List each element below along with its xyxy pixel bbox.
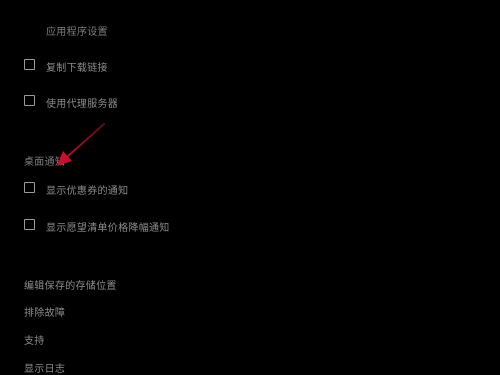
option-label-show-coupon-notifications: 显示优惠券的通知 [46, 186, 129, 197]
option-label-copy-download-link: 复制下载链接 [46, 63, 108, 74]
option-label-use-proxy-server: 使用代理服务器 [46, 99, 119, 110]
link-edit-storage-location[interactable]: 编辑保存的存储位置 [24, 277, 117, 292]
option-copy-download-link[interactable]: 复制下载链接 [0, 56, 500, 76]
section-header-app-settings: 应用程序设置 [46, 27, 108, 38]
link-show-log[interactable]: 显示日志 [24, 360, 65, 375]
checkbox-use-proxy-server[interactable] [24, 95, 35, 106]
checkbox-copy-download-link[interactable] [24, 59, 35, 70]
option-label-show-wishlist-price-drop: 显示愿望清单价格降幅通知 [46, 223, 170, 234]
link-support[interactable]: 支持 [24, 332, 45, 347]
section-header-desktop-notifications: 桌面通知 [24, 157, 66, 168]
link-troubleshoot[interactable]: 排除故障 [24, 304, 65, 319]
option-use-proxy-server[interactable]: 使用代理服务器 [0, 92, 500, 112]
annotation-arrow-shaft [65, 123, 105, 159]
checkbox-show-coupon-notifications[interactable] [24, 182, 35, 193]
option-show-wishlist-price-drop[interactable]: 显示愿望清单价格降幅通知 [0, 216, 500, 236]
option-show-coupon-notifications[interactable]: 显示优惠券的通知 [0, 179, 500, 199]
checkbox-show-wishlist-price-drop[interactable] [24, 219, 35, 230]
